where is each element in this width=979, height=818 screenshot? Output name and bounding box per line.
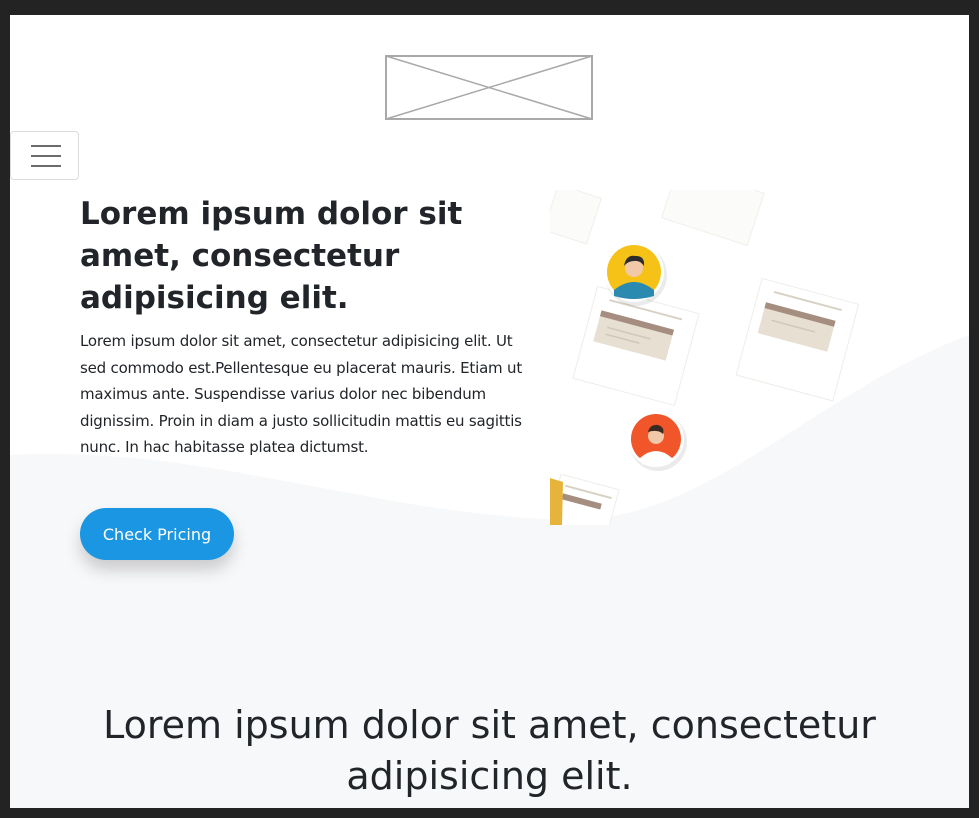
hero-description: Lorem ipsum dolor sit amet, consectetur … [80,332,523,456]
menu-toggle-button[interactable] [10,131,79,180]
user-avatar-icon [628,411,687,471]
section-title: Lorem ipsum dolor sit amet, consectetur … [103,703,876,798]
logo-placeholder-icon[interactable] [385,55,593,120]
hero-title: Lorem ipsum dolor sit amet, consectetur … [80,196,463,316]
page: Lorem ipsum dolor sit amet, consectetur … [10,15,969,808]
team-documents-illustration [550,190,860,525]
check-pricing-button[interactable]: Check Pricing [80,508,234,560]
